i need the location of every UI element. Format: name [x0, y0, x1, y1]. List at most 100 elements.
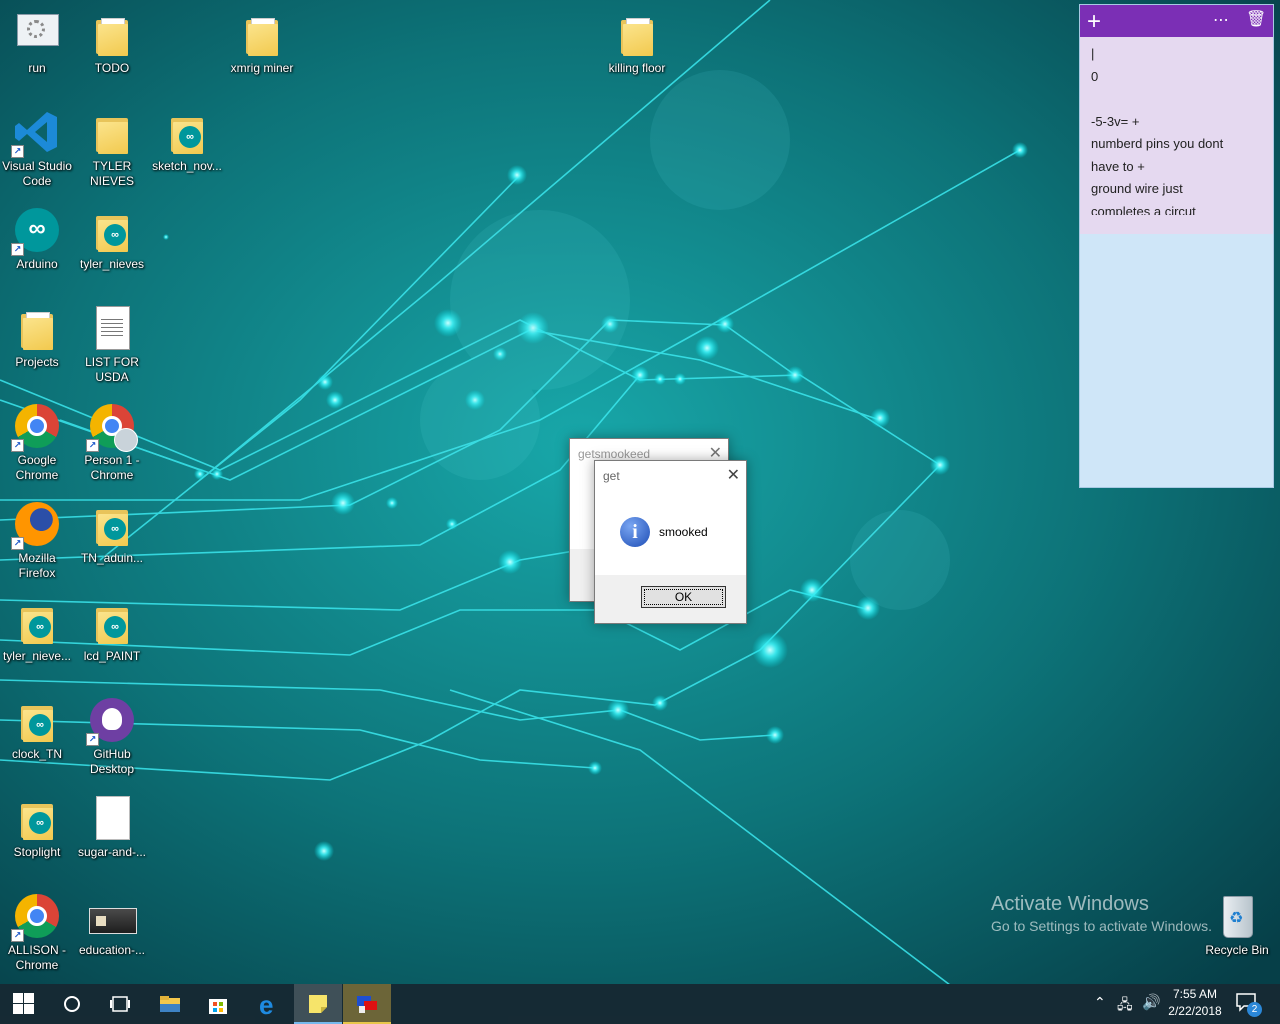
message-dialog[interactable]: get ✕ i smooked OK: [594, 460, 747, 624]
note-line: 0: [1091, 68, 1099, 84]
desktop-icon-label: ALLISON - Chrome: [7, 943, 67, 972]
shortcut-arrow-icon: ↗: [11, 537, 24, 550]
firefox-icon: ↗: [11, 500, 61, 550]
notification-count-badge: 2: [1247, 1002, 1262, 1017]
chrome-icon: ↗: [11, 402, 61, 452]
shortcut-arrow-icon: ↗: [11, 439, 24, 452]
desktop-icon-label: Person 1 - Chrome: [84, 453, 140, 482]
action-center-button[interactable]: 2: [1236, 992, 1266, 1018]
note-line: have to +: [1091, 158, 1145, 174]
desktop-icon-sketch-nov[interactable]: ∞ sketch_nov...: [149, 108, 225, 174]
sticky-note-window[interactable]: + ⋯ 🗑 | 0 -5-3v= + numberd pins you dont…: [1079, 4, 1274, 488]
shortcut-arrow-icon: ↗: [86, 733, 99, 746]
note-line: -5-3v= +: [1091, 113, 1140, 129]
task-view-icon: [110, 996, 130, 1012]
desktop-icon-label: clock_TN: [11, 747, 62, 761]
cortana-icon: [64, 996, 80, 1012]
desktop-icon-label: Visual Studio Code: [2, 159, 72, 188]
more-options-icon[interactable]: ⋯: [1213, 10, 1229, 30]
arduino-folder-icon: ∞: [13, 696, 61, 744]
shortcut-arrow-icon: ↗: [11, 145, 24, 158]
search-button[interactable]: [48, 984, 96, 1024]
show-hidden-icons-chevron-icon[interactable]: ⌃: [1094, 994, 1106, 1011]
info-icon: i: [620, 517, 650, 547]
desktop-icon-label: killing floor: [608, 61, 666, 75]
desktop-icon-todo[interactable]: TODO: [74, 10, 150, 76]
desktop-icon-clock-tn[interactable]: ∞ clock_TN: [0, 696, 75, 762]
desktop-icon-label: sketch_nov...: [152, 159, 222, 173]
arduino-folder-icon: ∞: [13, 794, 61, 842]
desktop-icon-allison-chrome[interactable]: ↗ ALLISON - Chrome: [0, 892, 75, 973]
desktop-icon-label: Google Chrome: [15, 453, 59, 482]
desktop-icon-label: tyler_nieves: [79, 257, 145, 271]
ok-button[interactable]: OK: [641, 586, 726, 608]
add-note-icon[interactable]: +: [1087, 8, 1101, 36]
desktop-icon-mozilla-firefox[interactable]: ↗ Mozilla Firefox: [0, 500, 75, 581]
task-view-button[interactable]: [96, 984, 144, 1024]
arduino-folder-icon: ∞: [88, 206, 136, 254]
desktop-icon-lcd-paint[interactable]: ∞ lcd_PAINT: [74, 598, 150, 664]
desktop-icon-label: Mozilla Firefox: [18, 551, 56, 580]
watermark-title: Activate Windows: [991, 893, 1149, 915]
dialog-title: get: [603, 469, 620, 483]
desktop-icon-run[interactable]: run: [0, 10, 75, 76]
note-line: [1091, 88, 1262, 111]
delete-note-icon[interactable]: 🗑: [1246, 9, 1266, 29]
desktop-icon-arduino[interactable]: ∞ ↗ Arduino: [0, 206, 75, 272]
desktop-icon-tyler-nieves[interactable]: ∞ tyler_nieves: [74, 206, 150, 272]
desktop-icon-tn-aduin[interactable]: ∞ TN_aduin...: [74, 500, 150, 566]
text-document-icon: [88, 304, 136, 352]
desktop-icon-label: TYLER NIEVES: [89, 159, 134, 188]
folder-icon: [613, 10, 661, 58]
network-icon[interactable]: 🖧: [1117, 994, 1133, 1018]
desktop-icon-github-desktop[interactable]: ↗ GitHub Desktop: [74, 696, 150, 777]
note-line: numberd pins you dont: [1091, 136, 1224, 151]
edge-browser-icon: e: [259, 992, 273, 1016]
sticky-note-text[interactable]: | 0 -5-3v= + numberd pins you dont have …: [1080, 37, 1273, 234]
desktop-icon-tyler-nieves-folder[interactable]: TYLER NIEVES: [74, 108, 150, 189]
desktop-icon-sugar-and[interactable]: sugar-and-...: [74, 794, 150, 860]
blank-document-icon: [88, 794, 136, 842]
file-explorer-button[interactable]: [146, 984, 194, 1024]
desktop-icon-visual-studio-code[interactable]: ↗ Visual Studio Code: [0, 108, 75, 189]
arduino-folder-icon: ∞: [13, 598, 61, 646]
arduino-folder-icon: ∞: [163, 108, 211, 156]
taskbar: e ⌃ 🖧 🔊 7:55 AM 2/22/2018 2: [0, 984, 1280, 1024]
store-button[interactable]: [194, 984, 242, 1024]
desktop-icon-label: Arduino: [16, 257, 58, 271]
desktop-icon-list-for-usda[interactable]: LIST FOR USDA: [74, 304, 150, 385]
desktop-icon-tyler-nieve[interactable]: ∞ tyler_nieve...: [0, 598, 75, 664]
folder-icon: [88, 10, 136, 58]
file-explorer-icon: [160, 996, 180, 1012]
clock-date: 2/22/2018: [1168, 1004, 1222, 1018]
close-icon[interactable]: ✕: [727, 465, 740, 485]
sticky-notes-taskbar-button[interactable]: [294, 984, 342, 1024]
message-app-taskbar-button[interactable]: [343, 984, 391, 1024]
sticky-note-header: + ⋯ 🗑: [1080, 5, 1273, 37]
desktop-icon-xmrig-miner[interactable]: xmrig miner: [224, 10, 300, 76]
note-line: completes a circut: [1091, 203, 1196, 215]
recycle-bin-icon: ♻: [1213, 892, 1261, 940]
app-window-icon: [357, 996, 377, 1013]
desktop-icon-label: Stoplight: [13, 845, 61, 859]
desktop-icon-stoplight[interactable]: ∞ Stoplight: [0, 794, 75, 860]
desktop-icon-person-1-chrome[interactable]: ↗ Person 1 - Chrome: [74, 402, 150, 483]
start-button[interactable]: [0, 984, 48, 1024]
activate-windows-watermark: Activate Windows Go to Settings to activ…: [991, 893, 1212, 934]
shortcut-arrow-icon: ↗: [86, 439, 99, 452]
shortcut-arrow-icon: ↗: [11, 929, 24, 942]
clock-time: 7:55 AM: [1172, 987, 1218, 1001]
desktop-icon-google-chrome[interactable]: ↗ Google Chrome: [0, 402, 75, 483]
desktop-icon-education[interactable]: education-...: [74, 892, 150, 958]
desktop-icon-label: Projects: [15, 355, 59, 369]
arduino-folder-icon: ∞: [88, 598, 136, 646]
volume-icon[interactable]: 🔊: [1142, 993, 1161, 1011]
desktop-icon-label: tyler_nieve...: [2, 649, 72, 663]
taskbar-clock[interactable]: 7:55 AM 2/22/2018: [1160, 987, 1230, 1018]
desktop-icon-projects[interactable]: Projects: [0, 304, 75, 370]
arduino-icon: ∞ ↗: [11, 206, 61, 256]
dialog-title: getsmookeed: [578, 447, 651, 461]
desktop-icon-killing-floor[interactable]: killing floor: [599, 10, 675, 76]
edge-button[interactable]: e: [245, 984, 293, 1024]
desktop-icon-label: TODO: [94, 61, 130, 75]
